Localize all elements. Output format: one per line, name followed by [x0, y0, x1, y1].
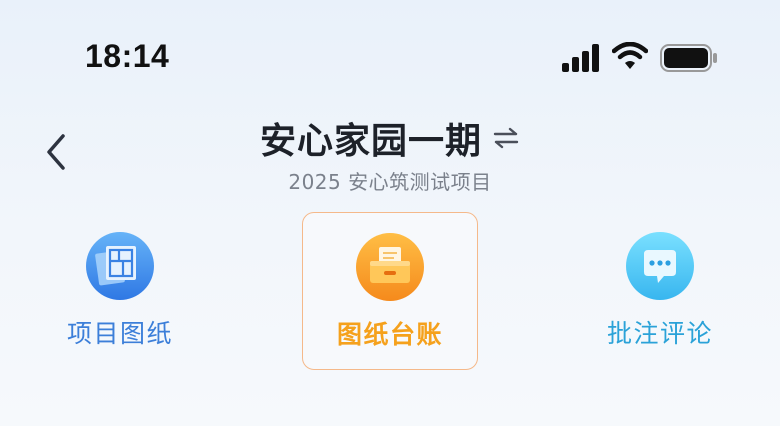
status-time: 18:14: [85, 38, 170, 74]
title-row: 安心家园一期: [0, 112, 780, 164]
tab-label: 项目图纸: [66, 319, 173, 348]
tab-drawing-ledger[interactable]: 图纸台账: [302, 212, 478, 370]
battery-icon: [660, 44, 717, 72]
page-title: 安心家园一期: [259, 121, 482, 162]
ledger-drawer-icon: [356, 233, 424, 301]
drawings-icon: [86, 232, 154, 300]
feature-nav: 项目图纸 图纸台账 批注评论: [0, 212, 780, 372]
project-switcher[interactable]: 安心家园一期: [260, 112, 520, 164]
tab-label: 图纸台账: [336, 320, 443, 349]
swap-arrows-icon: [492, 127, 520, 149]
comment-bubble-icon: [626, 232, 694, 300]
tab-label: 批注评论: [606, 319, 713, 348]
tab-annotation-comments[interactable]: 批注评论: [572, 212, 748, 370]
status-bar: 18:14: [0, 0, 780, 112]
page-subtitle: 2025 安心筑测试项目: [288, 170, 492, 194]
tab-project-drawings[interactable]: 项目图纸: [32, 212, 208, 370]
signal-icon: [562, 44, 599, 72]
wifi-icon: [612, 42, 648, 69]
